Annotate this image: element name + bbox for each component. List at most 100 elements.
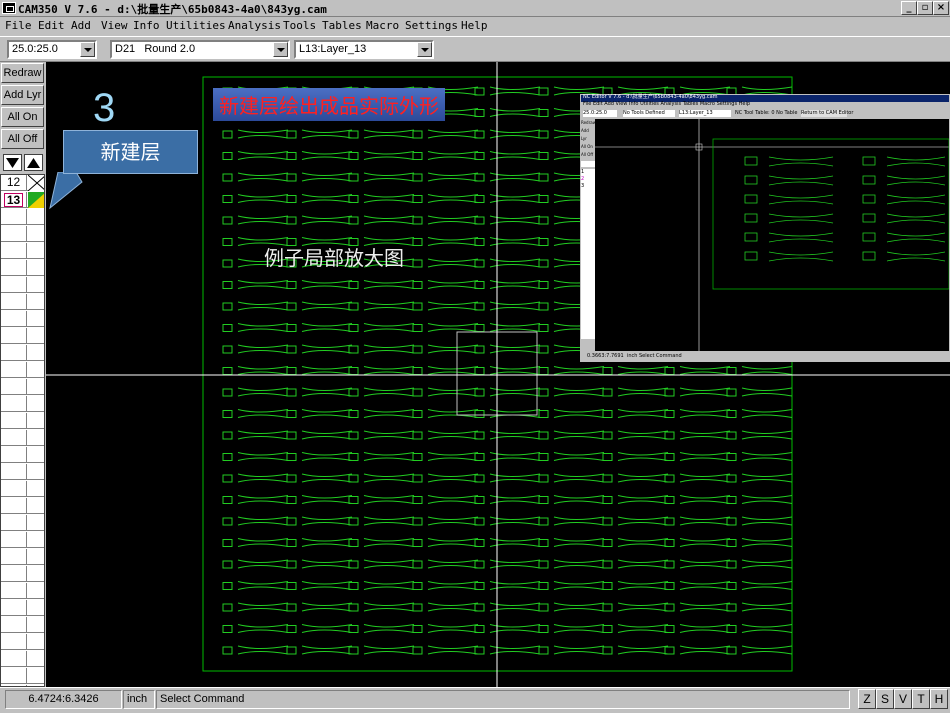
empty-layer-row [1, 345, 44, 361]
part-outline [301, 538, 353, 547]
menu-utilities[interactable]: Utilities [166, 19, 226, 32]
part-slot [412, 281, 423, 289]
part-slot [538, 603, 549, 612]
part-outline [237, 516, 289, 526]
layer-color-swatch[interactable] [28, 192, 44, 208]
menu-analysis[interactable]: Analysis [228, 19, 281, 32]
part-slot [726, 431, 737, 440]
part-slot [348, 410, 359, 418]
layer-row-12[interactable]: 12 [1, 175, 44, 192]
mode-button-z[interactable]: Z [858, 689, 876, 709]
part-outline [237, 194, 289, 203]
part-slot [412, 517, 423, 526]
part-outline [427, 538, 479, 547]
close-button[interactable]: × [933, 1, 949, 15]
part-outline [617, 559, 669, 569]
part-slot [474, 625, 485, 633]
part-slot [222, 582, 233, 590]
part-slot [286, 646, 297, 655]
part-outline [553, 602, 605, 612]
layer-select[interactable]: L13:Layer_13 [294, 40, 434, 59]
part-slot [412, 388, 423, 397]
layer-number: 12 [1, 175, 27, 191]
grid-select[interactable]: 25.0:25.0 [7, 40, 97, 59]
menu-file[interactable]: File [5, 19, 32, 32]
part-slot [538, 109, 549, 117]
part-outline [427, 151, 479, 160]
part-slot [538, 281, 549, 289]
part-slot [602, 431, 613, 440]
menu-add[interactable]: Add [71, 19, 91, 32]
part-slot [286, 582, 297, 590]
part-outline [617, 516, 669, 526]
part-slot [664, 560, 675, 569]
part-outline [237, 301, 289, 311]
mode-button-t[interactable]: T [912, 689, 930, 709]
layer-row-13[interactable]: 13 [1, 192, 44, 208]
menu-info[interactable]: Info [133, 19, 160, 32]
part-slot [348, 431, 359, 440]
part-outline [301, 452, 353, 461]
part-slot [222, 238, 233, 246]
empty-layer-row [1, 532, 44, 548]
part-outline [301, 624, 353, 633]
part-slot [222, 539, 233, 547]
mode-button-v[interactable]: V [894, 689, 912, 709]
banner-note: 新建层绘出成品实际外形 [213, 88, 445, 121]
mode-button-s[interactable]: S [876, 689, 894, 709]
part-outline [237, 452, 289, 461]
app-icon[interactable] [2, 2, 16, 14]
all-off-button[interactable]: All Off [1, 129, 44, 149]
part-outline [301, 559, 353, 569]
menu-tools[interactable]: Tools [283, 19, 316, 32]
inset-part [768, 194, 834, 205]
part-slot [412, 474, 423, 483]
part-slot [348, 560, 359, 569]
part-outline [427, 430, 479, 440]
redraw-button[interactable]: Redraw [1, 63, 44, 83]
empty-layer-row [1, 583, 44, 599]
part-slot [602, 517, 613, 526]
chevron-down-icon[interactable] [273, 42, 288, 57]
menu-tables[interactable]: Tables [322, 19, 362, 32]
part-slot [602, 625, 613, 633]
menu-macro[interactable]: Macro [366, 19, 399, 32]
part-outline [363, 280, 415, 289]
menu-help[interactable]: Help [461, 19, 488, 32]
part-outline [363, 624, 415, 633]
inset-slot [862, 213, 876, 223]
part-outline [363, 538, 415, 547]
aperture-select[interactable]: D21 Round 2.0 [110, 40, 290, 59]
layer-color-swatch[interactable] [27, 175, 44, 192]
part-slot [474, 195, 485, 203]
add-layer-button[interactable]: Add Lyr [1, 85, 44, 105]
part-slot [222, 259, 233, 268]
part-outline [427, 280, 479, 289]
part-slot [412, 345, 423, 354]
all-on-button[interactable]: All On [1, 107, 44, 127]
chevron-down-icon[interactable] [417, 42, 432, 57]
empty-layer-row [1, 617, 44, 633]
empty-layer-row [1, 600, 44, 616]
part-outline [301, 409, 353, 418]
part-outline [301, 430, 353, 440]
part-slot [286, 152, 297, 160]
units-readout: inch [123, 690, 155, 709]
menu-settings[interactable]: Settings [405, 19, 458, 32]
part-slot [474, 603, 485, 612]
chevron-down-icon[interactable] [80, 42, 95, 57]
drawing-canvas[interactable]: NC Editor V 7.6 - d:\批量生产\65b0843-4a0\84… [46, 62, 950, 687]
part-slot [222, 173, 233, 182]
menu-view[interactable]: View [101, 19, 128, 32]
scroll-up-button[interactable] [24, 154, 43, 171]
mode-button-h[interactable]: H [930, 689, 948, 709]
inset-slot [744, 156, 758, 166]
part-slot [286, 560, 297, 569]
minimize-button[interactable]: _ [901, 1, 917, 15]
scroll-down-button[interactable] [3, 154, 22, 171]
menu-edit[interactable]: Edit [38, 19, 65, 32]
part-outline [427, 129, 479, 139]
inset-slot [744, 232, 758, 242]
part-slot [538, 431, 549, 440]
restore-button[interactable]: ▫ [917, 1, 933, 15]
